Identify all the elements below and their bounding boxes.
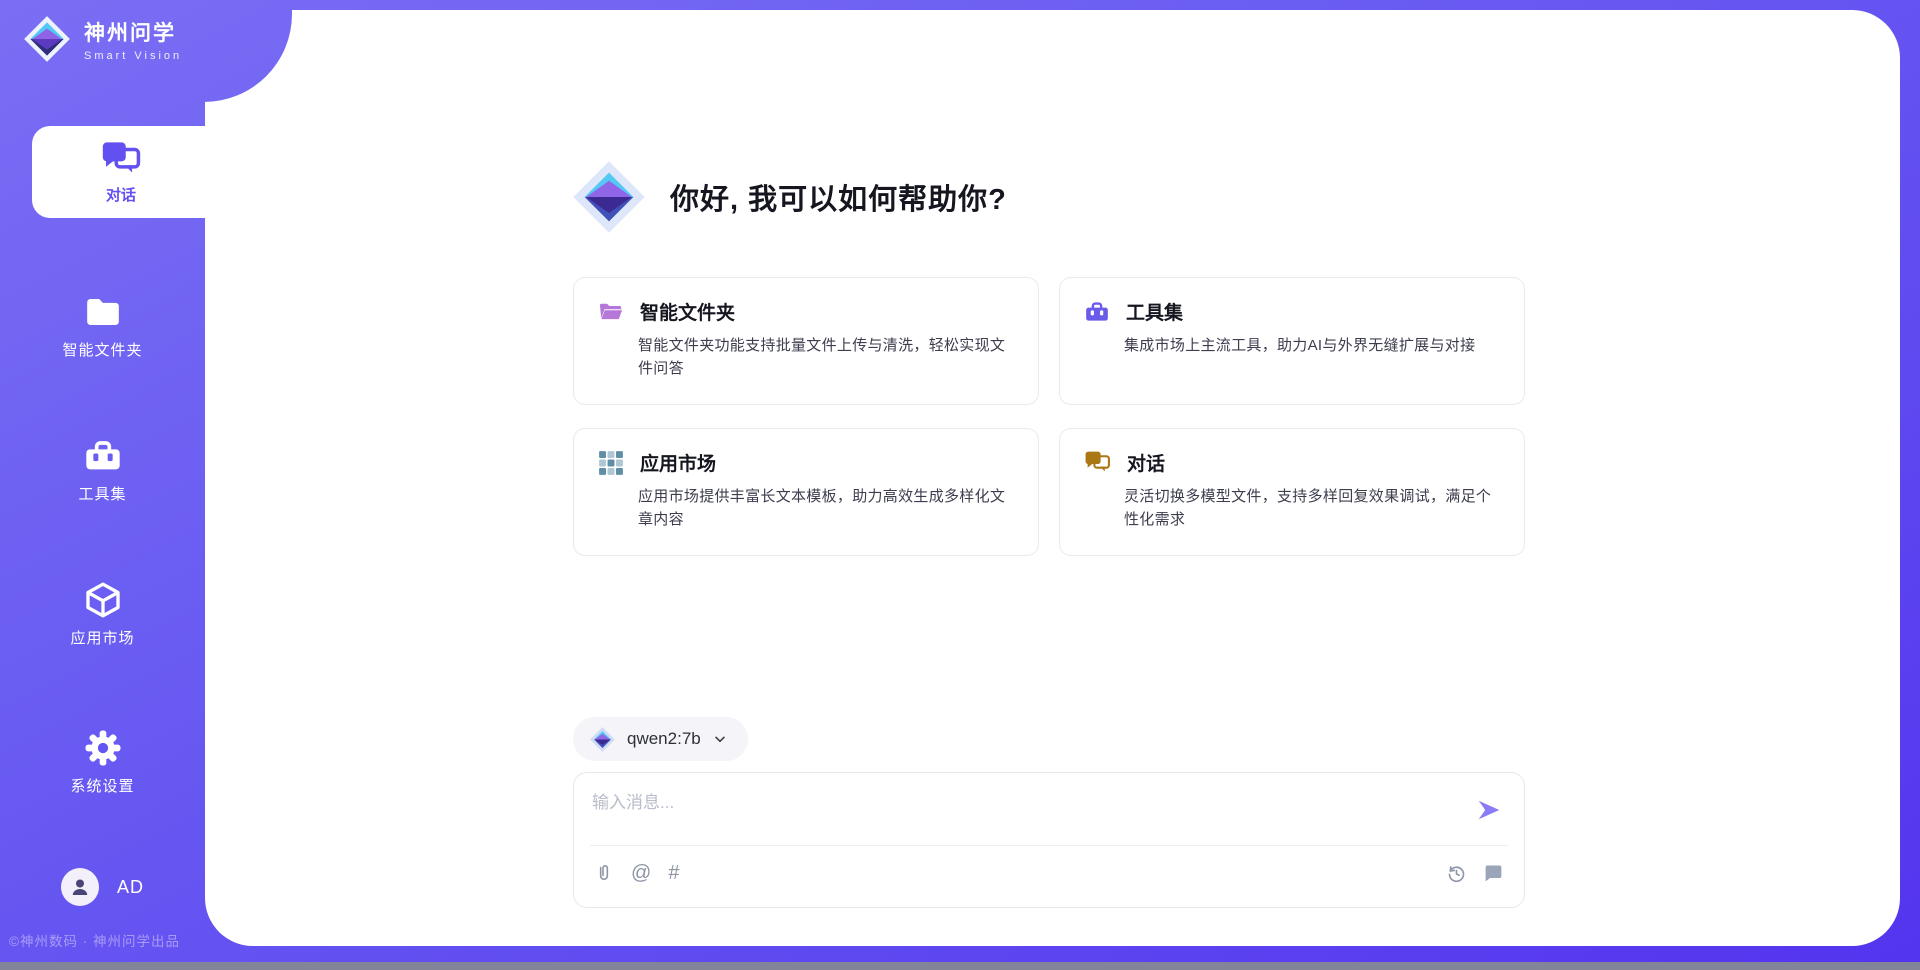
- model-selector[interactable]: qwen2:7b: [573, 717, 748, 761]
- card-app-market[interactable]: 应用市场 应用市场提供丰富长文本模板，助力高效生成多样化文章内容: [573, 428, 1039, 556]
- folder-open-icon: [598, 299, 624, 325]
- sidebar-item-app-market[interactable]: 应用市场: [0, 580, 205, 648]
- sidebar-item-chat[interactable]: 对话: [32, 126, 210, 218]
- card-description: 灵活切换多模型文件，支持多样回复效果调试，满足个性化需求: [1124, 485, 1502, 532]
- brand-name: 神州问学: [84, 17, 182, 47]
- card-title: 对话: [1127, 449, 1165, 476]
- user-profile[interactable]: AD: [0, 868, 205, 906]
- diamond-logo-icon: [589, 726, 616, 753]
- folder-icon: [83, 292, 123, 332]
- sidebar-item-smart-folder[interactable]: 智能文件夹: [0, 292, 205, 360]
- avatar[interactable]: [61, 868, 99, 906]
- card-description: 集成市场上主流工具，助力AI与外界无缝扩展与对接: [1124, 334, 1502, 357]
- card-smart-folder[interactable]: 智能文件夹 智能文件夹功能支持批量文件上传与清洗，轻松实现文件问答: [573, 277, 1039, 405]
- sidebar-item-toolbox[interactable]: 工具集: [0, 436, 205, 504]
- brand: 神州问学 Smart Vision: [22, 14, 182, 64]
- card-toolbox[interactable]: 工具集 集成市场上主流工具，助力AI与外界无缝扩展与对接: [1059, 277, 1525, 405]
- gear-icon: [83, 728, 123, 768]
- chevron-down-icon: [712, 731, 728, 747]
- bottom-edge-bar: [0, 962, 1920, 970]
- grid-icon: [598, 450, 624, 476]
- sidebar-item-label: 系统设置: [70, 778, 134, 795]
- diamond-logo-icon: [570, 158, 648, 236]
- chat-bubbles-icon: [100, 140, 142, 178]
- card-title: 工具集: [1126, 298, 1183, 325]
- sidebar-item-label: 工具集: [78, 486, 126, 503]
- copyright-text: ©神州数码 · 神州问学出品: [9, 930, 180, 950]
- brand-subtitle: Smart Vision: [84, 50, 182, 62]
- sidebar-item-label: 智能文件夹: [62, 342, 142, 359]
- greeting-title: 你好, 我可以如何帮助你?: [670, 176, 1007, 218]
- hash-icon[interactable]: #: [668, 863, 679, 883]
- card-chat[interactable]: 对话 灵活切换多模型文件，支持多样回复效果调试，满足个性化需求: [1059, 428, 1525, 556]
- composer-divider: [590, 845, 1508, 846]
- history-icon[interactable]: [1446, 863, 1467, 884]
- cube-icon: [83, 580, 123, 620]
- greeting: 你好, 我可以如何帮助你?: [570, 158, 1007, 236]
- diamond-logo-icon: [22, 14, 72, 64]
- sidebar-item-settings[interactable]: 系统设置: [0, 728, 205, 796]
- feature-cards: 智能文件夹 智能文件夹功能支持批量文件上传与清洗，轻松实现文件问答 工具集 集成…: [573, 277, 1525, 556]
- toolbox-icon: [83, 436, 123, 476]
- at-icon[interactable]: @: [631, 863, 651, 883]
- sidebar-item-label: 对话: [106, 184, 136, 205]
- paperclip-icon[interactable]: [594, 863, 614, 883]
- chat-bubbles-icon: [1084, 450, 1111, 475]
- sidebar: 神州问学 Smart Vision 对话 智能文件夹: [0, 0, 205, 970]
- card-description: 应用市场提供丰富长文本模板，助力高效生成多样化文章内容: [638, 485, 1016, 532]
- message-icon[interactable]: [1483, 863, 1504, 884]
- user-initials: AD: [117, 877, 144, 898]
- message-composer: @ #: [573, 772, 1525, 908]
- card-title: 应用市场: [640, 449, 716, 476]
- send-icon[interactable]: [1476, 797, 1502, 823]
- card-title: 智能文件夹: [640, 298, 735, 325]
- model-name: qwen2:7b: [627, 729, 701, 749]
- message-input[interactable]: [592, 788, 1452, 838]
- sidebar-item-label: 应用市场: [70, 630, 134, 647]
- card-description: 智能文件夹功能支持批量文件上传与清洗，轻松实现文件问答: [638, 334, 1016, 381]
- toolbox-icon: [1084, 299, 1110, 325]
